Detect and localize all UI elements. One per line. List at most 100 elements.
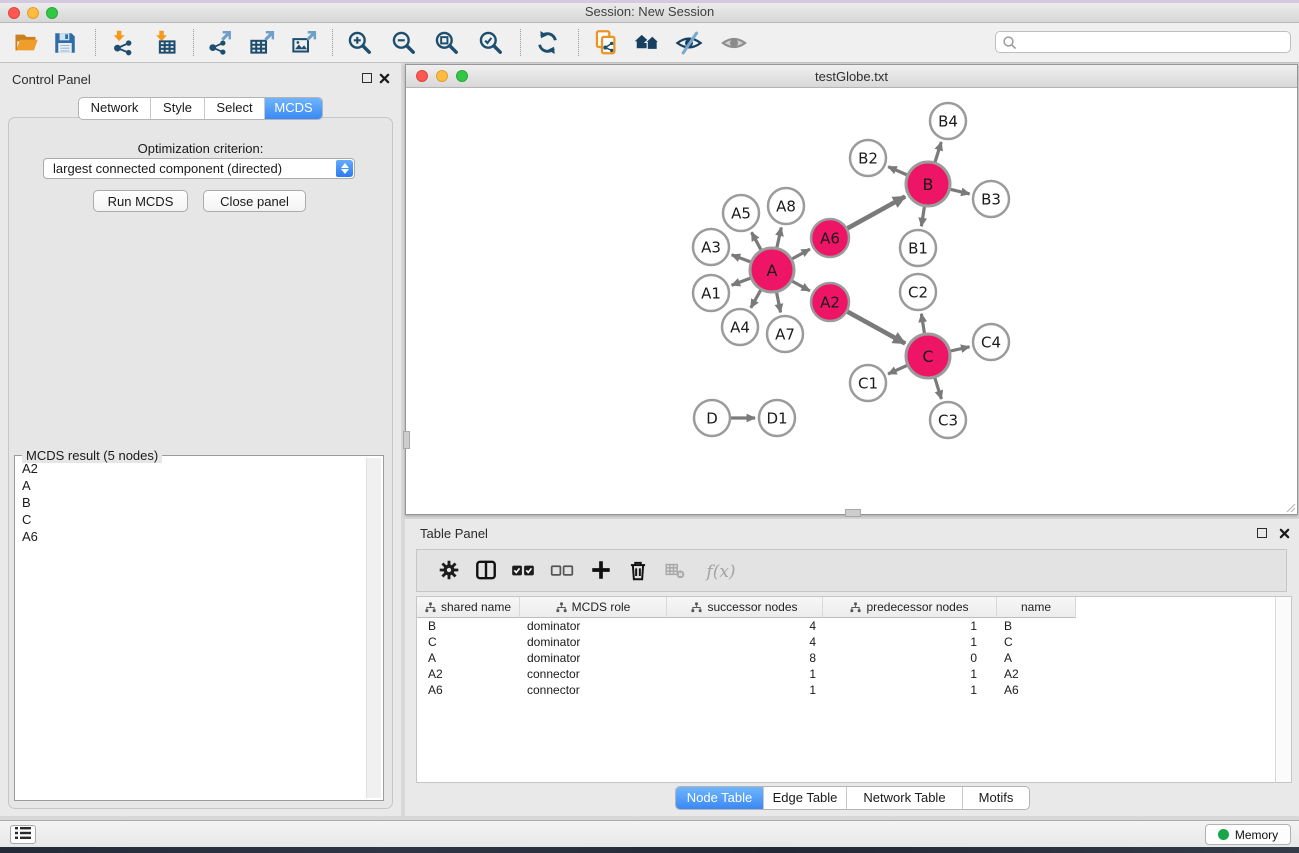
graph-node-B3[interactable]: B3 <box>973 181 1009 217</box>
float-table-panel-button[interactable] <box>1257 528 1267 538</box>
table-row[interactable]: Bdominator41B <box>417 618 1276 634</box>
import-network-button[interactable] <box>104 26 140 59</box>
function-builder-button[interactable]: f(x) <box>699 558 743 585</box>
graph-node-A2[interactable]: A2 <box>811 283 849 321</box>
table-cell[interactable]: C <box>417 634 520 650</box>
graph-node-A[interactable]: A <box>750 248 794 292</box>
graph-node-A5[interactable]: A5 <box>723 195 759 231</box>
mcds-result-item[interactable]: A <box>17 477 366 494</box>
task-history-button[interactable] <box>10 825 36 844</box>
column-header-mcds-role[interactable]: MCDS role <box>520 597 667 618</box>
graph-edge[interactable] <box>848 312 906 344</box>
splitter-handle[interactable] <box>403 431 410 449</box>
table-cell[interactable]: A6 <box>417 682 520 698</box>
table-cell[interactable]: 1 <box>823 682 997 698</box>
table-cell[interactable]: C <box>997 634 1076 650</box>
graph-edge[interactable] <box>751 290 761 308</box>
close-table-panel-icon[interactable] <box>1279 528 1290 539</box>
graph-node-A4[interactable]: A4 <box>722 309 758 345</box>
graph-node-A1[interactable]: A1 <box>693 275 729 311</box>
splitter-handle[interactable] <box>845 509 861 517</box>
graph-edge[interactable] <box>752 232 762 250</box>
graph-edge[interactable] <box>888 167 907 175</box>
graph-node-C3[interactable]: C3 <box>930 402 966 438</box>
graph-node-D1[interactable]: D1 <box>759 400 795 436</box>
table-cell[interactable]: B <box>417 618 520 634</box>
table-cell[interactable]: dominator <box>520 650 667 666</box>
mcds-result-item[interactable]: A6 <box>17 528 366 545</box>
mcds-result-item[interactable]: B <box>17 494 366 511</box>
table-cell[interactable]: A2 <box>417 666 520 682</box>
tab-select[interactable]: Select <box>205 98 265 119</box>
import-table-button[interactable] <box>147 26 183 59</box>
table-cell[interactable]: 8 <box>667 650 823 666</box>
select-all-button[interactable] <box>509 558 537 585</box>
tab-node-table[interactable]: Node Table <box>676 787 764 809</box>
mcds-result-item[interactable]: C <box>17 511 366 528</box>
scrollbar-track[interactable] <box>366 458 381 798</box>
table-row[interactable]: A6connector11A6 <box>417 682 1276 698</box>
graph-node-B2[interactable]: B2 <box>850 140 886 176</box>
table-cell[interactable]: 1 <box>667 682 823 698</box>
table-cell[interactable]: connector <box>520 682 667 698</box>
table-cell[interactable]: A2 <box>997 666 1076 682</box>
graph-edge[interactable] <box>921 314 924 334</box>
table-cell[interactable]: dominator <box>520 634 667 650</box>
graph-node-B4[interactable]: B4 <box>930 103 966 139</box>
graph-node-A3[interactable]: A3 <box>693 229 729 265</box>
table-cell[interactable]: dominator <box>520 618 667 634</box>
zoom-selected-button[interactable] <box>473 26 509 59</box>
export-image-button[interactable] <box>285 26 321 59</box>
table-cell[interactable]: A <box>997 650 1076 666</box>
resize-grip[interactable] <box>1284 501 1296 513</box>
table-cell[interactable]: 0 <box>823 650 997 666</box>
graph-edge[interactable] <box>848 197 906 229</box>
add-column-button[interactable] <box>587 558 615 585</box>
graph-node-A6[interactable]: A6 <box>811 219 849 257</box>
mcds-result-item[interactable]: A2 <box>17 460 366 477</box>
deselect-all-button[interactable] <box>548 558 576 585</box>
toggle-column-view-button[interactable] <box>472 558 500 585</box>
table-cell[interactable]: 1 <box>823 618 997 634</box>
zoom-in-button[interactable] <box>342 26 378 59</box>
graph-node-C2[interactable]: C2 <box>900 274 936 310</box>
table-cell[interactable]: connector <box>520 666 667 682</box>
save-session-button[interactable] <box>47 26 83 59</box>
graph-node-B1[interactable]: B1 <box>900 230 936 266</box>
network-graph[interactable]: B4B2BB3B1A5A8A3A6AA1A4A7A2C2CC4C1C3DD1 <box>407 88 1296 514</box>
close-panel-button[interactable]: Close panel <box>203 190 306 212</box>
graph-edge[interactable] <box>951 347 970 351</box>
column-header-predecessor-nodes[interactable]: predecessor nodes <box>823 597 997 618</box>
show-all-button[interactable] <box>716 26 752 59</box>
table-cell[interactable]: 1 <box>823 634 997 650</box>
zoom-fit-button[interactable] <box>429 26 465 59</box>
graph-node-D[interactable]: D <box>694 400 730 436</box>
table-row[interactable]: A2connector11A2 <box>417 666 1276 682</box>
table-row[interactable]: Cdominator41C <box>417 634 1276 650</box>
criterion-dropdown[interactable]: largest connected component (directed) <box>43 158 355 179</box>
graph-edge[interactable] <box>792 281 810 291</box>
tab-network[interactable]: Network <box>79 98 151 119</box>
tab-edge-table[interactable]: Edge Table <box>764 787 847 809</box>
memory-button[interactable]: Memory <box>1205 824 1291 845</box>
close-panel-icon[interactable] <box>379 73 390 84</box>
graph-edge[interactable] <box>792 249 810 259</box>
graph-edge[interactable] <box>777 228 781 248</box>
graph-node-C1[interactable]: C1 <box>850 365 886 401</box>
float-panel-button[interactable] <box>362 73 372 83</box>
table-cell[interactable]: B <box>997 618 1076 634</box>
graph-node-A8[interactable]: A8 <box>768 188 804 224</box>
column-header-name[interactable]: name <box>997 597 1076 618</box>
graph-edge[interactable] <box>888 365 907 374</box>
delete-table-button[interactable] <box>661 558 689 585</box>
table-scrollbar-track[interactable] <box>1275 597 1291 782</box>
table-cell[interactable]: A <box>417 650 520 666</box>
table-cell[interactable]: A6 <box>997 682 1076 698</box>
export-network-button[interactable] <box>201 26 237 59</box>
graph-edge[interactable] <box>921 207 924 227</box>
tab-mcds[interactable]: MCDS <box>265 98 322 119</box>
first-neighbors-button[interactable] <box>629 26 665 59</box>
export-table-button[interactable] <box>243 26 279 59</box>
graph-edge[interactable] <box>777 293 781 313</box>
column-header-shared-name[interactable]: shared name <box>417 597 520 618</box>
